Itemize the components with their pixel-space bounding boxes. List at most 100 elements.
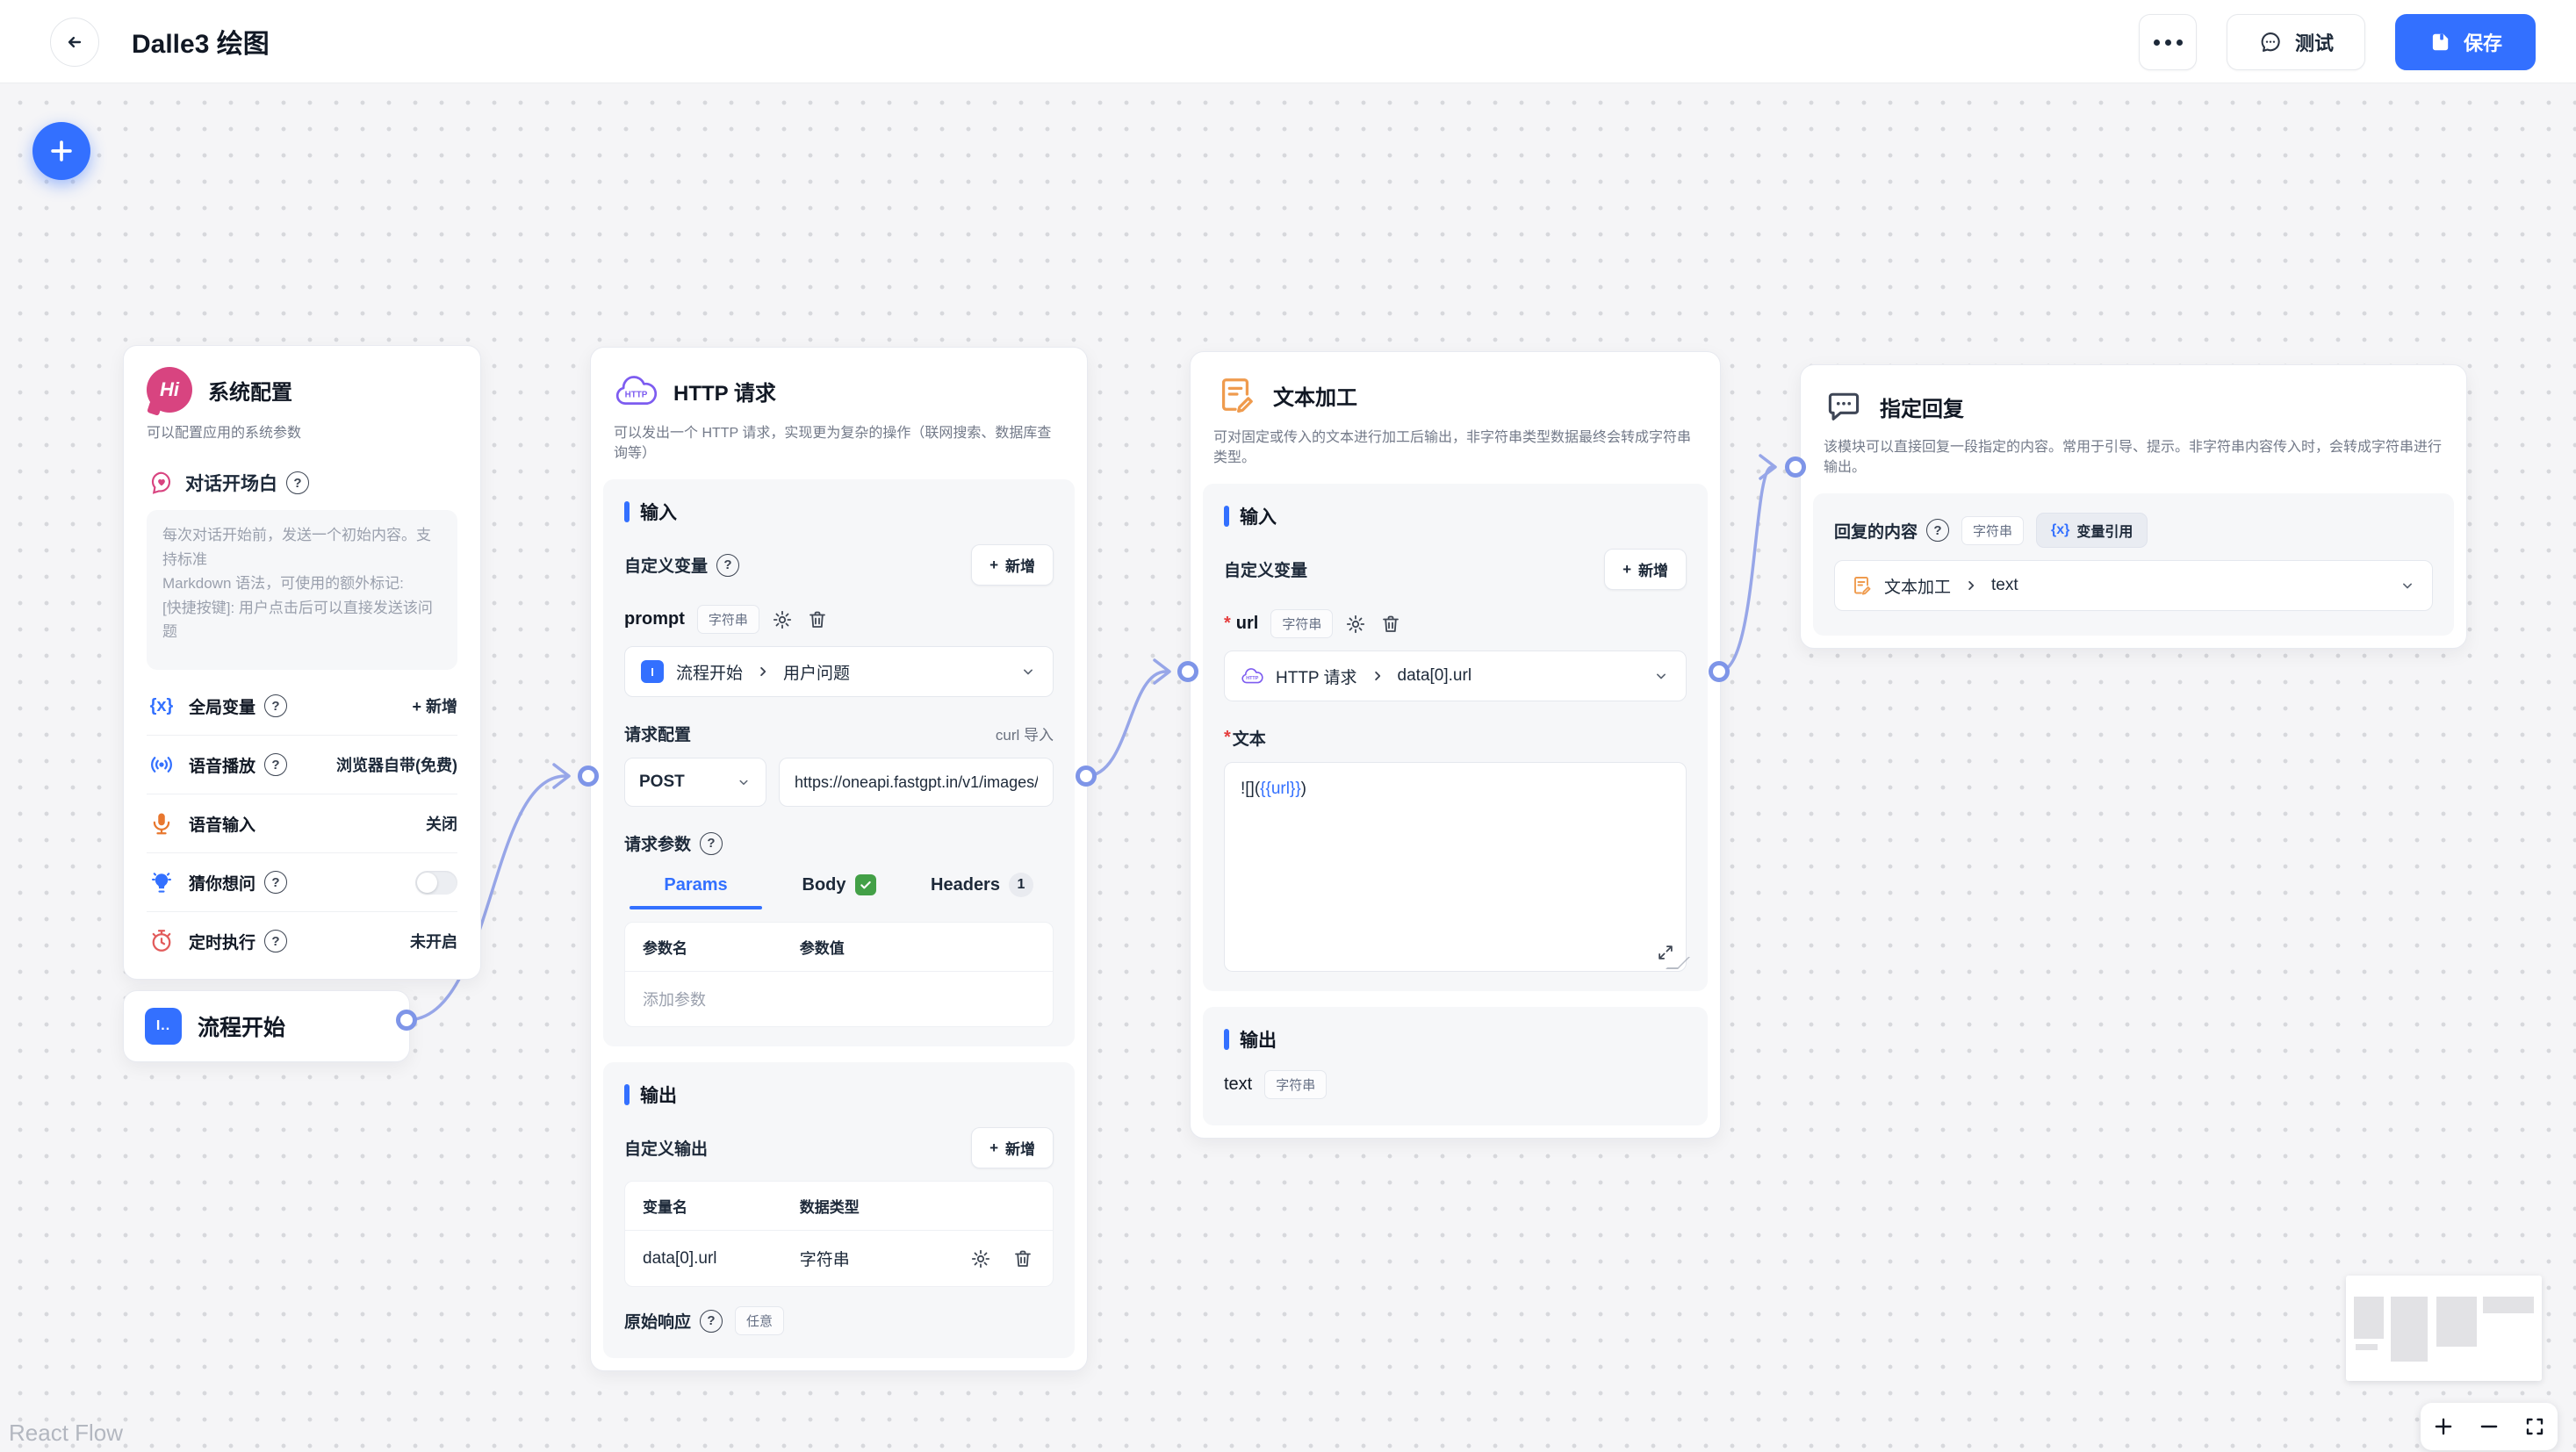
tab-params[interactable]: Params	[624, 873, 767, 910]
add-param-placeholder[interactable]: 添加参数	[643, 988, 706, 1010]
request-config-label: 请求配置	[624, 726, 692, 745]
row-guess-question[interactable]: 猜你想问 ?	[147, 852, 457, 911]
help-icon[interactable]: ?	[1926, 519, 1950, 543]
minimap[interactable]	[2346, 1276, 2542, 1381]
tab-headers[interactable]: Headers 1	[910, 873, 1054, 909]
row-scheduled-run[interactable]: 定时执行 ? 未开启	[147, 911, 457, 970]
more-button[interactable]	[2139, 14, 2197, 70]
zoom-out-button[interactable]	[2470, 1403, 2508, 1450]
zoom-controls	[2421, 1403, 2558, 1450]
row-voice-input[interactable]: 语音输入 关闭	[147, 794, 457, 852]
url-input[interactable]	[779, 758, 1054, 808]
section-bar	[624, 1084, 630, 1106]
add-node-button[interactable]	[32, 122, 90, 180]
handle-text-source[interactable]	[1709, 661, 1730, 682]
code-text: ![]({{url}})	[1241, 780, 1306, 799]
row-voice-playback[interactable]: 语音播放 ? 浏览器自带(免费)	[147, 735, 457, 794]
node-title: HTTP 请求	[673, 381, 776, 406]
help-icon[interactable]: ?	[716, 553, 740, 577]
col-variable-name: 变量名	[643, 1199, 687, 1217]
required-mark: *	[1224, 728, 1231, 748]
variable-reference-chip[interactable]: {x} 变量引用	[2036, 513, 2148, 549]
gear-icon[interactable]	[772, 608, 795, 631]
text-template-textarea[interactable]: ![]({{url}})	[1224, 762, 1690, 973]
help-icon[interactable]: ?	[264, 871, 288, 895]
svg-text:HTTP: HTTP	[625, 390, 648, 399]
col-param-value: 参数值	[799, 940, 845, 958]
trash-icon[interactable]	[1012, 1247, 1035, 1270]
prompt-reference-select[interactable]: I 流程开始 用户问题	[624, 646, 1054, 698]
node-flow-start[interactable]: I.. 流程开始	[123, 990, 410, 1062]
back-button[interactable]	[50, 18, 99, 67]
node-title: 文本加工	[1273, 385, 1357, 410]
text-input-panel: 输入 自定义变量 + 新增 * url 字符串 HTTP HTTP 请求 dat…	[1203, 484, 1708, 992]
http-cloud-icon: HTTP	[614, 369, 658, 413]
node-title: 系统配置	[208, 380, 292, 405]
braces-variable-icon: {x}	[2051, 522, 2070, 538]
handle-text-target[interactable]	[1177, 661, 1198, 682]
flow-canvas[interactable]: Hi 系统配置 可以配置应用的系统参数 对话开场白 ? 每次对话开始前，发送一个…	[0, 83, 2576, 1452]
add-variable-button[interactable]: + 新增	[971, 544, 1054, 586]
type-badge: 字符串	[696, 605, 759, 635]
type-badge: 字符串	[1264, 1070, 1328, 1100]
topbar: Dalle3 绘图 测试 保存	[0, 0, 2576, 83]
handle-http-target[interactable]	[578, 766, 599, 787]
add-variable-button[interactable]: + 新增	[412, 694, 457, 717]
node-text-process[interactable]: 文本加工 可对固定或传入的文本进行加工后输出，非字符串类型数据最终会转成字符串类…	[1190, 351, 1721, 1139]
variable-name: url	[1235, 614, 1259, 634]
col-param-name: 参数名	[643, 940, 687, 958]
reply-content-panel: 回复的内容 ? 字符串 {x} 变量引用 文本加工 text	[1813, 493, 2454, 636]
expand-icon[interactable]	[1656, 943, 1675, 962]
reply-content-label: 回复的内容	[1834, 522, 1918, 542]
section-bar	[1224, 506, 1229, 528]
help-icon[interactable]: ?	[700, 831, 723, 855]
voice-broadcast-icon	[147, 751, 176, 778]
node-specified-reply[interactable]: 指定回复 该模块可以直接回复一段指定的内容。常用于引导、提示。非字符串内容传入时…	[1800, 364, 2467, 650]
add-output-button[interactable]: + 新增	[971, 1127, 1054, 1169]
tab-body[interactable]: Body	[767, 873, 910, 909]
method-select[interactable]: POST	[624, 758, 766, 808]
minimap-node	[2436, 1297, 2477, 1347]
edge-http-to-text	[1084, 670, 1168, 778]
guess-question-toggle[interactable]	[415, 870, 457, 895]
gear-icon[interactable]	[1345, 613, 1368, 636]
handle-http-source[interactable]	[1076, 766, 1097, 787]
fit-view-button[interactable]	[2515, 1403, 2554, 1450]
request-params-label: 请求参数	[624, 836, 692, 855]
gear-icon[interactable]	[970, 1247, 993, 1270]
chevron-right-icon	[1370, 668, 1385, 684]
chat-bubble-icon	[2258, 30, 2283, 54]
flow-start-icon: I..	[145, 1008, 182, 1045]
help-icon[interactable]: ?	[286, 471, 309, 495]
reply-reference-select[interactable]: 文本加工 text	[1834, 560, 2433, 612]
output-name: text	[1224, 1075, 1253, 1095]
save-button[interactable]: 保存	[2395, 14, 2536, 70]
minimap-node	[2356, 1344, 2378, 1350]
url-reference-select[interactable]: HTTP HTTP 请求 data[0].url	[1224, 651, 1687, 702]
help-icon[interactable]: ?	[264, 930, 288, 953]
add-variable-button[interactable]: + 新增	[1604, 549, 1687, 591]
handle-flow-start-source[interactable]	[396, 1010, 417, 1031]
curl-import-button[interactable]: curl 导入	[996, 722, 1054, 744]
handle-reply-target[interactable]	[1785, 456, 1806, 478]
topbar-actions: 测试 保存	[2139, 14, 2536, 70]
help-icon[interactable]: ?	[264, 694, 288, 718]
system-config-avatar: Hi	[147, 367, 192, 413]
chevron-down-icon	[2399, 577, 2416, 594]
welcome-textarea[interactable]: 每次对话开始前，发送一个初始内容。支持标准 Markdown 语法，可使用的额外…	[147, 510, 457, 671]
zoom-in-button[interactable]	[2424, 1403, 2463, 1450]
help-icon[interactable]: ?	[700, 1309, 723, 1333]
arrow-left-icon	[63, 31, 86, 54]
http-input-panel: 输入 自定义变量 ? + 新增 prompt 字符串 I 流程开始 用户问题 请…	[603, 479, 1075, 1047]
test-button[interactable]: 测试	[2227, 14, 2365, 70]
node-system-config[interactable]: Hi 系统配置 可以配置应用的系统参数 对话开场白 ? 每次对话开始前，发送一个…	[123, 345, 481, 981]
trash-icon[interactable]	[807, 608, 830, 631]
row-global-variables[interactable]: {x} 全局变量 ? + 新增	[147, 677, 457, 735]
variable-name: prompt	[624, 609, 685, 629]
trash-icon[interactable]	[1380, 613, 1403, 636]
microphone-icon	[147, 810, 176, 837]
help-icon[interactable]: ?	[264, 753, 288, 777]
text-edit-icon	[1213, 373, 1257, 417]
node-http-request[interactable]: HTTP HTTP 请求 可以发出一个 HTTP 请求，实现更为复杂的操作（联网…	[590, 347, 1088, 1372]
minimap-node	[2354, 1297, 2384, 1339]
